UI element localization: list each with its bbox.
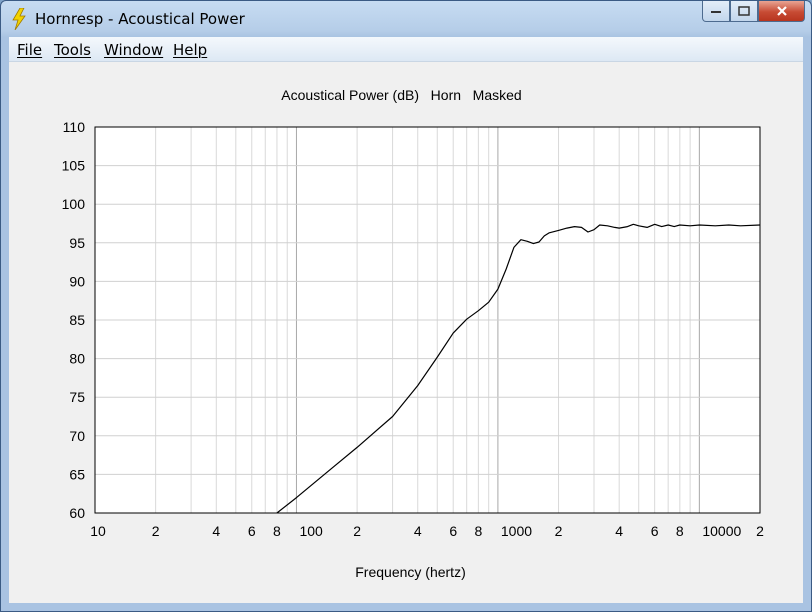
y-tick-label: 110 [63, 119, 86, 135]
y-tick-label: 85 [69, 312, 85, 328]
y-tick-label: 105 [62, 158, 86, 174]
title-bar[interactable]: Hornresp - Acoustical Power [1, 1, 811, 37]
x-axis-label: Frequency (hertz) [355, 564, 465, 580]
maximize-button[interactable] [730, 1, 758, 22]
y-tick-label: 60 [69, 505, 85, 521]
maximize-icon [738, 6, 750, 16]
menu-bar: File Tools Window Help [9, 37, 803, 62]
y-tick-label: 100 [62, 196, 86, 212]
x-tick-label: 6 [449, 523, 457, 539]
x-tick-label: 2 [555, 523, 563, 539]
menu-file[interactable]: File [17, 41, 42, 59]
y-tick-label: 95 [69, 235, 85, 251]
x-tick-label: 2 [756, 523, 764, 539]
x-tick-label: 8 [273, 523, 281, 539]
y-tick-label: 90 [69, 273, 85, 289]
chart-area: 60 65 70 75 80 85 90 95 100 105 110 10 2 4 6 8 100 2 4 6 8 10… [9, 62, 803, 603]
x-tick-label: 6 [651, 523, 659, 539]
menu-tools[interactable]: Tools [54, 41, 91, 59]
chart-title: Acoustical Power (dB) Horn Masked [281, 87, 521, 103]
x-tick-label: 4 [615, 523, 623, 539]
lightning-bolt-icon[interactable] [10, 8, 28, 30]
x-tick-label: 8 [676, 523, 684, 539]
x-tick-label: 8 [474, 523, 482, 539]
y-tick-label: 80 [69, 351, 85, 367]
x-tick-label: 2 [353, 523, 361, 539]
minimize-icon [711, 11, 721, 13]
acoustical-power-chart: 60 65 70 75 80 85 90 95 100 105 110 10 2 4 6 8 100 2 4 6 8 10… [62, 87, 764, 580]
close-icon [776, 6, 787, 16]
window-title: Hornresp - Acoustical Power [35, 10, 245, 28]
x-tick-label: 6 [248, 523, 256, 539]
x-tick-label: 2 [152, 523, 160, 539]
x-tick-label: 4 [212, 523, 220, 539]
app-window: Hornresp - Acoustical Power File Tools W… [0, 0, 812, 612]
y-tick-label: 65 [69, 466, 85, 482]
menu-help[interactable]: Help [173, 41, 207, 59]
close-button[interactable] [758, 1, 805, 22]
y-tick-label: 75 [69, 389, 85, 405]
x-tick-label: 10 [90, 523, 106, 539]
minimize-button[interactable] [702, 1, 730, 22]
x-tick-label: 4 [414, 523, 422, 539]
x-tick-label: 10000 [702, 523, 741, 539]
y-tick-label: 70 [69, 428, 85, 444]
x-tick-label: 100 [299, 523, 323, 539]
x-tick-label: 1000 [501, 523, 532, 539]
menu-window[interactable]: Window [104, 41, 163, 59]
